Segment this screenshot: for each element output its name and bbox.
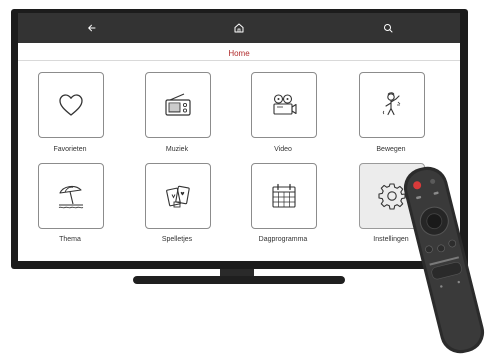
tv-stand-base [133,276,345,284]
search-icon [384,24,393,33]
calendar-icon [272,183,296,208]
tile-label-bewegen: Bewegen [376,146,406,153]
playing-cards-icon [166,185,190,208]
tile-label-instellingen: Instellingen [373,236,409,243]
tv-screen: Home Favorieten Muziek Video Bewegen The… [18,13,460,261]
top-navigation-bar [18,13,460,43]
tile-label-favorieten: Favorieten [53,146,87,153]
page-title: Home [228,49,250,58]
tile-spelletjes[interactable] [145,163,211,229]
tile-favorieten[interactable] [38,72,104,138]
tile-label-dagprogramma: Dagprogramma [258,236,308,243]
back-button[interactable] [83,19,101,37]
tile-thema[interactable] [38,163,104,229]
tile-label-muziek: Muziek [165,146,189,153]
tile-instellingen[interactable] [359,163,425,229]
tile-label-spelletjes: Spelletjes [161,236,193,243]
radio-icon [165,93,191,116]
film-camera-icon [273,94,297,115]
tile-muziek[interactable] [145,72,211,138]
home-icon [234,23,244,33]
arrow-left-icon [88,24,96,32]
person-exercise-icon [382,92,401,116]
beach-umbrella-icon [58,185,84,209]
page-title-bar: Home [18,43,460,61]
heart-icon [59,94,83,116]
tile-bewegen[interactable] [359,72,425,138]
tile-label-thema: Thema [59,236,81,243]
search-button[interactable] [379,19,397,37]
tile-video[interactable] [251,72,317,138]
gear-icon [378,183,406,210]
home-button[interactable] [230,19,248,37]
tile-dagprogramma[interactable] [251,163,317,229]
tile-label-video: Video [274,146,292,153]
